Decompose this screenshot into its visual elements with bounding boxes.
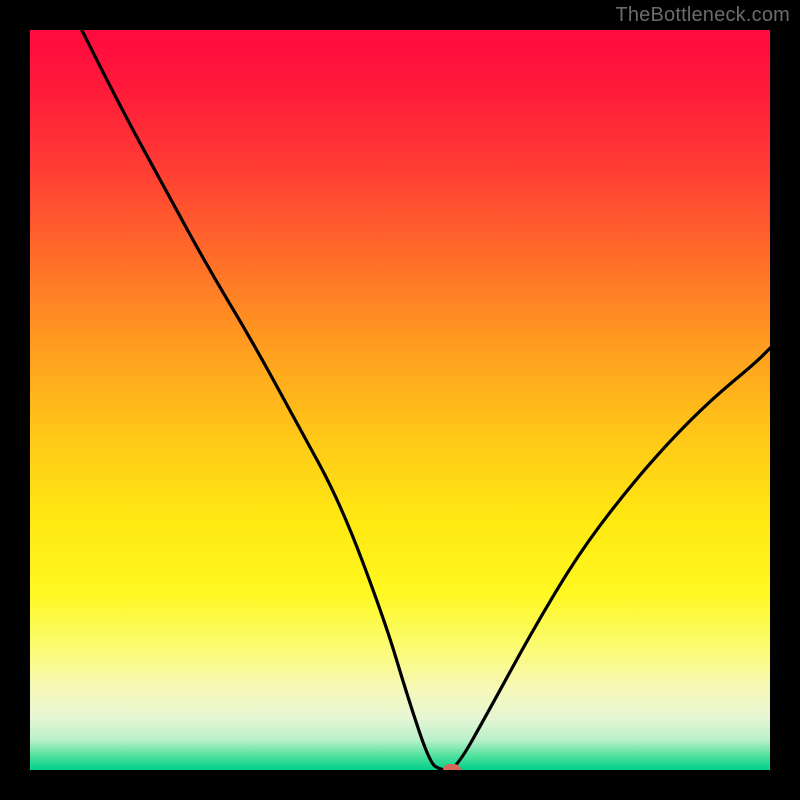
bottleneck-curve (30, 30, 770, 770)
watermark-text: TheBottleneck.com (615, 4, 790, 27)
optimum-marker (443, 764, 461, 770)
chart-frame: TheBottleneck.com (0, 0, 800, 800)
plot-area (30, 30, 770, 770)
